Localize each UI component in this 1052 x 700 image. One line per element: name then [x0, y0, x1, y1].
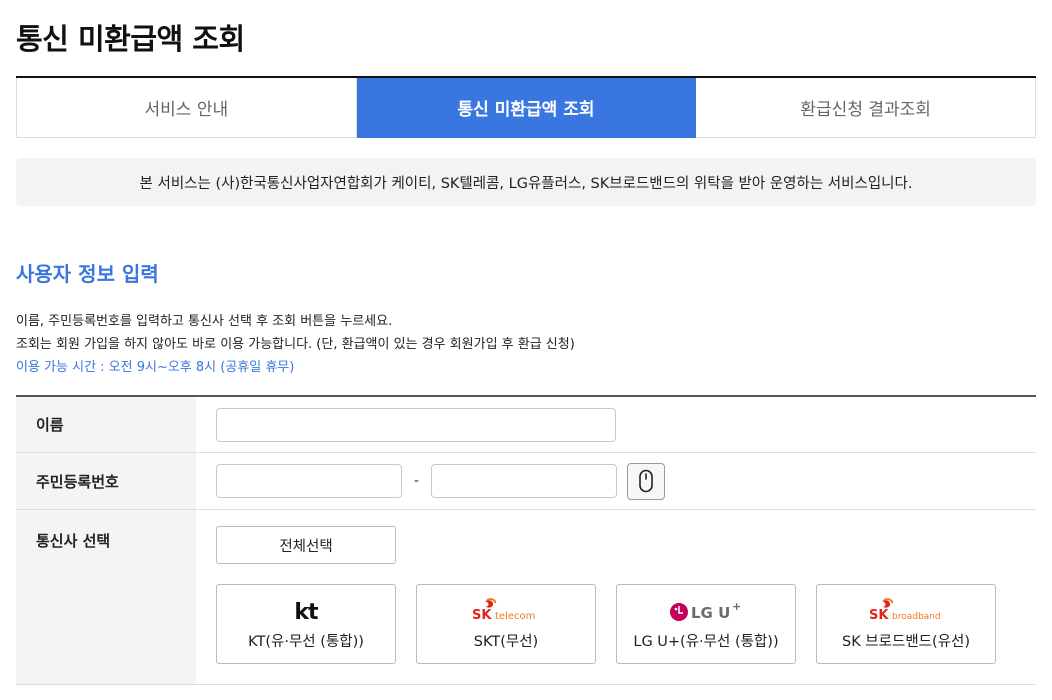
select-all-button[interactable]: 전체선택	[216, 526, 396, 564]
rrn-label: 주민등록번호	[16, 453, 196, 509]
sk-telecom-logo-icon: SK telecom	[472, 597, 535, 623]
service-notice: 본 서비스는 (사)한국통신사업자연합회가 케이티, SK텔레콤, LG유플러스…	[16, 158, 1036, 206]
carrier-label: 통신사 선택	[16, 510, 196, 684]
carrier-lgu-name: LG U+(유·무선 (통합))	[633, 633, 779, 650]
tab-service-guide[interactable]: 서비스 안내	[16, 78, 357, 138]
help-text: 이름, 주민등록번호를 입력하고 통신사 선택 후 조회 버튼을 누르세요. 조…	[16, 310, 575, 379]
kt-logo: kt	[289, 598, 323, 624]
svg-text:SK: SK	[869, 608, 889, 623]
svg-text:+: +	[732, 600, 741, 613]
svg-text:telecom: telecom	[495, 611, 535, 622]
rrn-field-cell: -	[196, 453, 1036, 509]
lg-uplus-logo: LG U +	[668, 598, 744, 624]
sk-broadband-logo-icon: SK broadband	[869, 597, 941, 623]
form-row-rrn: 주민등록번호 -	[16, 453, 1036, 510]
tab-refund-result[interactable]: 환급신청 결과조회	[696, 78, 1037, 138]
help-line-1: 이름, 주민등록번호를 입력하고 통신사 선택 후 조회 버튼을 누르세요.	[16, 314, 393, 329]
tab-refund-inquiry[interactable]: 통신 미환급액 조회	[356, 78, 697, 138]
user-info-form: 이름 주민등록번호 - 통신사 선택 전체선택 kt KT(유·무선 (통합))…	[16, 395, 1036, 685]
svg-text:SK: SK	[472, 608, 492, 623]
carrier-kt-name: KT(유·무선 (통합))	[248, 633, 364, 650]
name-input[interactable]	[216, 407, 616, 442]
security-keypad-button[interactable]	[627, 462, 666, 500]
kt-logo-text: kt	[294, 600, 319, 623]
sk-broadband-logo: SK broadband	[868, 597, 944, 624]
page-title: 통신 미환급액 조회	[16, 22, 245, 56]
carrier-skt[interactable]: SK telecom SKT(무선)	[416, 584, 596, 664]
carrier-skb[interactable]: SK broadband SK 브로드밴드(유선)	[816, 584, 996, 664]
carrier-kt[interactable]: kt KT(유·무선 (통합))	[216, 584, 396, 664]
svg-text:broadband: broadband	[892, 612, 941, 622]
help-line-hours: 이용 가능 시간 : 오전 9시~오후 8시 (공휴일 휴무)	[16, 360, 295, 375]
help-line-2: 조회는 회원 가입을 하지 않아도 바로 이용 가능합니다. (단, 환급액이 …	[16, 337, 575, 352]
rrn-back-input[interactable]	[431, 464, 618, 498]
carrier-field-cell: 전체선택 kt KT(유·무선 (통합)) SK telecom SKT(무선)…	[196, 510, 1036, 684]
mouse-icon	[639, 469, 653, 493]
name-field-cell	[196, 397, 1036, 452]
form-row-carrier: 통신사 선택 전체선택 kt KT(유·무선 (통합)) SK telecom …	[16, 510, 1036, 685]
carrier-skt-name: SKT(무선)	[473, 633, 539, 650]
rrn-front-input[interactable]	[216, 464, 402, 498]
name-label: 이름	[16, 397, 196, 452]
carrier-list: kt KT(유·무선 (통합)) SK telecom SKT(무선) LG U…	[216, 584, 1016, 664]
form-row-name: 이름	[16, 397, 1036, 453]
section-title: 사용자 정보 입력	[16, 262, 159, 286]
lg-uplus-logo-icon: LG U +	[670, 600, 741, 622]
sk-telecom-logo: SK telecom	[471, 597, 541, 624]
kt-logo-icon: kt	[294, 600, 320, 623]
rrn-separator: -	[414, 473, 420, 489]
tab-bar: 서비스 안내 통신 미환급액 조회 환급신청 결과조회	[16, 76, 1037, 138]
carrier-lgu[interactable]: LG U + LG U+(유·무선 (통합))	[616, 584, 796, 664]
svg-text:LG U: LG U	[691, 604, 730, 622]
carrier-skb-name: SK 브로드밴드(유선)	[841, 633, 970, 650]
